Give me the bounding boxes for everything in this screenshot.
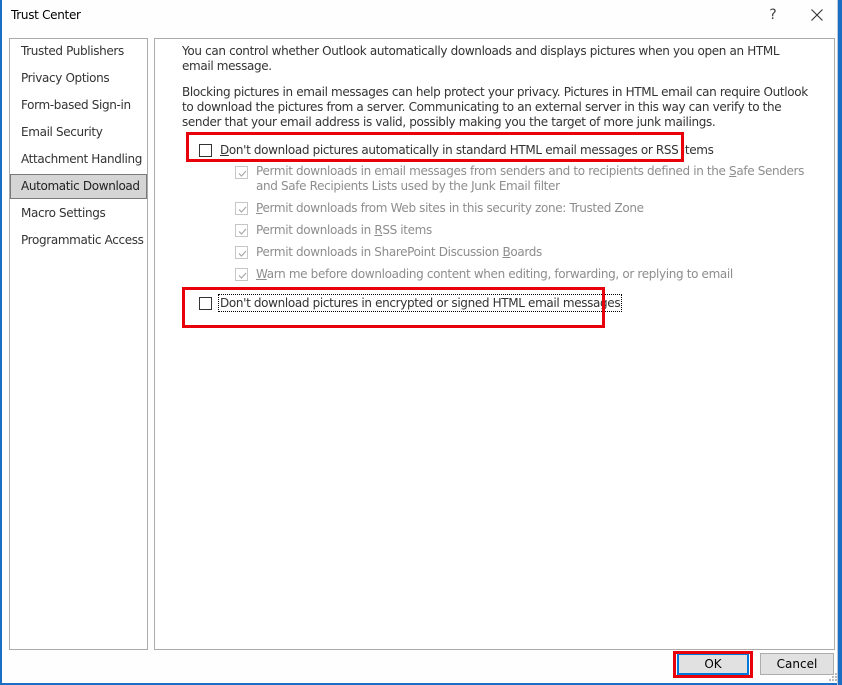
content-panel: You can control whether Outlook automati… bbox=[154, 38, 835, 650]
block-pictures-label[interactable]: Don't download pictures automatically in… bbox=[220, 142, 714, 158]
checkmark-icon bbox=[238, 228, 247, 235]
permit-trusted-zone-checkbox bbox=[235, 202, 248, 215]
help-icon: ? bbox=[769, 7, 777, 23]
privacy-note-text: Blocking pictures in email messages can … bbox=[182, 85, 808, 129]
close-icon bbox=[811, 9, 823, 21]
permit-safe-senders-checkbox bbox=[235, 166, 248, 179]
close-button[interactable] bbox=[806, 4, 828, 26]
sidebar-item-email-security[interactable]: Email Security bbox=[10, 120, 147, 145]
block-encrypted-option[interactable]: Don't download pictures in encrypted or … bbox=[199, 294, 623, 312]
permit-sharepoint-option: Permit downloads in SharePoint Discussio… bbox=[235, 244, 542, 260]
ok-button[interactable]: OK bbox=[677, 653, 749, 675]
checkmark-icon bbox=[238, 206, 247, 213]
sidebar-nav: Trusted Publishers Privacy Options Form-… bbox=[9, 38, 148, 650]
sidebar-item-attachment-handling[interactable]: Attachment Handling bbox=[10, 147, 147, 172]
permit-safe-senders-label: Permit downloads in email messages from … bbox=[256, 164, 805, 193]
sidebar-item-form-based-sign-in[interactable]: Form-based Sign-in bbox=[10, 93, 147, 118]
permit-rss-option: Permit downloads in RSS items bbox=[235, 222, 432, 238]
sidebar-item-programmatic-access[interactable]: Programmatic Access bbox=[10, 228, 147, 253]
intro-text: You can control whether Outlook automati… bbox=[182, 44, 780, 73]
title-bar: Trust Center ? bbox=[2, 0, 838, 32]
warn-before-download-checkbox bbox=[235, 268, 248, 281]
trust-center-dialog: Trust Center ? Trusted Publishers Privac… bbox=[0, 0, 842, 685]
permit-trusted-zone-label: Permit downloads from Web sites in this … bbox=[256, 201, 644, 215]
permit-rss-label: Permit downloads in RSS items bbox=[256, 223, 432, 237]
cancel-button[interactable]: Cancel bbox=[760, 653, 834, 675]
permit-sharepoint-checkbox bbox=[235, 246, 248, 259]
checkmark-icon bbox=[238, 272, 247, 279]
permit-sharepoint-label: Permit downloads in SharePoint Discussio… bbox=[256, 245, 542, 259]
sidebar-item-macro-settings[interactable]: Macro Settings bbox=[10, 201, 147, 226]
block-encrypted-label[interactable]: Don't download pictures in encrypted or … bbox=[217, 294, 623, 312]
block-pictures-option[interactable]: Don't download pictures automatically in… bbox=[199, 142, 714, 158]
sidebar-item-trusted-publishers[interactable]: Trusted Publishers bbox=[10, 39, 147, 64]
warn-before-download-label: Warn me before downloading content when … bbox=[256, 267, 733, 281]
background-window-edge bbox=[838, 0, 842, 685]
block-pictures-checkbox[interactable] bbox=[199, 144, 212, 157]
dialog-title: Trust Center bbox=[11, 8, 81, 22]
warn-before-download-option: Warn me before downloading content when … bbox=[235, 266, 733, 282]
permit-trusted-zone-option: Permit downloads from Web sites in this … bbox=[235, 200, 644, 216]
permit-safe-senders-option: Permit downloads in email messages from … bbox=[235, 164, 816, 196]
checkmark-icon bbox=[238, 170, 247, 177]
block-encrypted-checkbox[interactable] bbox=[199, 297, 212, 310]
checkmark-icon bbox=[238, 250, 247, 257]
sidebar-item-privacy-options[interactable]: Privacy Options bbox=[10, 66, 147, 91]
help-button[interactable]: ? bbox=[762, 4, 784, 26]
permit-rss-checkbox bbox=[235, 224, 248, 237]
sidebar-item-automatic-download[interactable]: Automatic Download bbox=[10, 174, 147, 199]
